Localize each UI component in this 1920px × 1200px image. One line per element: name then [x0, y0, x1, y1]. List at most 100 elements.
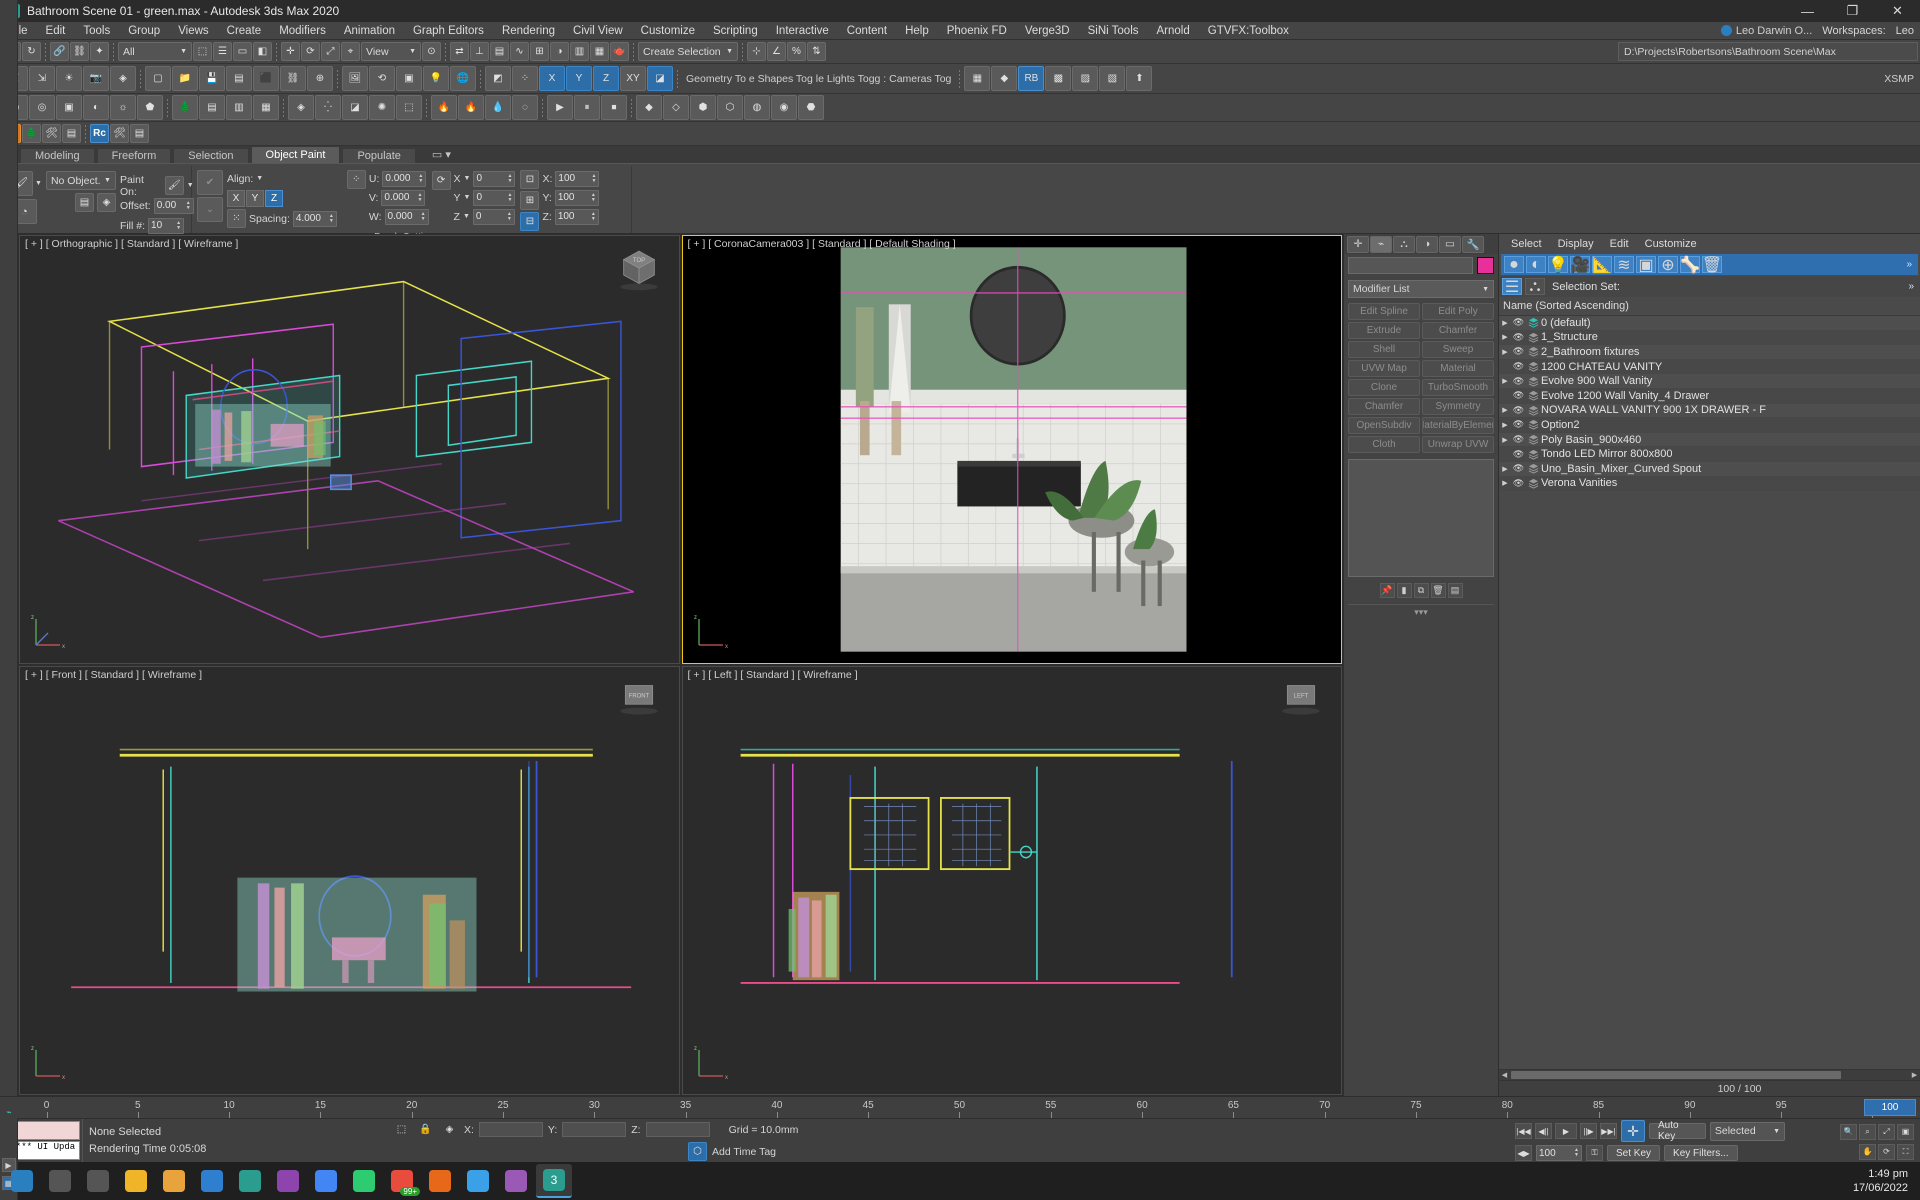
taskbar-folder-app[interactable] — [156, 1164, 192, 1198]
hierarchy-mode-icon[interactable]: ⛬ — [1525, 278, 1545, 295]
spinner-arrows-icon[interactable]: ▲▼ — [418, 174, 423, 184]
visibility-eye-icon[interactable]: 👁 — [1511, 361, 1526, 372]
archive-icon[interactable]: ⬛ — [253, 66, 279, 91]
xrefs-filter-icon[interactable]: ⊕ — [1658, 256, 1678, 273]
axis-xy-button[interactable]: XY — [620, 66, 646, 91]
phoenix-fire-icon[interactable]: 🔥 — [458, 95, 484, 120]
play-animation-icon[interactable]: ▶ — [547, 95, 573, 120]
scale-lock-z-icon[interactable]: ⊟ — [520, 212, 539, 231]
spinner-arrows-icon[interactable]: ▲▼ — [507, 212, 512, 222]
viewport-left-viewcube[interactable]: LEFT — [1275, 677, 1327, 723]
axis-y-button[interactable]: Y — [566, 66, 592, 91]
visibility-eye-icon[interactable]: 👁 — [1511, 434, 1526, 445]
axis-x-button[interactable]: X — [539, 66, 565, 91]
scroll-left-icon[interactable]: ◀ — [1499, 1071, 1510, 1079]
window-crossing-icon[interactable]: ◧ — [253, 42, 272, 61]
modifier-button-turbosmooth[interactable]: TurboSmooth — [1422, 379, 1494, 396]
go-to-end-icon[interactable]: ▶▶| — [1600, 1123, 1617, 1139]
scatter-icon[interactable]: ⁘ — [512, 66, 538, 91]
sini-forensic-icon[interactable]: ◈ — [288, 95, 314, 120]
y-input[interactable] — [562, 1122, 626, 1137]
taskbar-mail-app[interactable] — [194, 1164, 230, 1198]
select-and-move-icon[interactable]: ✛ — [281, 42, 300, 61]
batch-render-icon[interactable]: ▧ — [1099, 66, 1125, 91]
expand-arrow-icon[interactable]: ▶ — [1499, 436, 1511, 444]
phoenix-sim-icon[interactable]: 🔥 — [431, 95, 457, 120]
ribbon-tab-selection[interactable]: Selection — [173, 148, 248, 163]
absolute-relative-icon[interactable]: ◈ — [440, 1120, 459, 1139]
paint-on-surface-icon[interactable]: 🖌 — [165, 176, 184, 195]
taskbar-file-explorer[interactable] — [118, 1164, 154, 1198]
render-setup-icon[interactable]: ▥ — [570, 42, 589, 61]
expand-arrow-icon[interactable]: ▶ — [1499, 319, 1511, 327]
maximize-button[interactable]: ❐ — [1830, 0, 1875, 22]
object-name-input[interactable] — [1348, 257, 1473, 274]
scrollbar-thumb[interactable] — [1511, 1071, 1841, 1079]
ribbon-tab-modeling[interactable]: Modeling — [20, 148, 95, 163]
taskbar-store-app[interactable] — [232, 1164, 268, 1198]
scene-explorer-row[interactable]: ▶👁Verona Vanities — [1499, 477, 1920, 492]
key-mode-combo[interactable]: Selected ▼ — [1710, 1122, 1785, 1141]
modifier-button-symmetry[interactable]: Symmetry — [1422, 398, 1494, 415]
u-spinner[interactable]: 0.000 ▲▼ — [382, 171, 426, 187]
display-tab-icon[interactable]: ▭ — [1439, 236, 1461, 253]
menu-item-civil-view[interactable]: Civil View — [564, 22, 632, 40]
rectangular-select-region-icon[interactable]: ▭ — [233, 42, 252, 61]
edit-mesh-icon[interactable]: ▦ — [964, 66, 990, 91]
spacing-icon[interactable]: ⁙ — [227, 209, 246, 228]
utilities-tab-icon[interactable]: 🔧 — [1462, 236, 1484, 253]
key-filters-toggle-icon[interactable]: ⚿ — [1586, 1145, 1603, 1161]
taskbar-start-button[interactable] — [4, 1164, 40, 1198]
scale-lock-x-icon[interactable]: ⊡ — [520, 170, 539, 189]
gtvfx-g-icon[interactable]: ⬣ — [798, 95, 824, 120]
next-frame-icon[interactable]: ||▶ — [1580, 1123, 1597, 1139]
rotate-x-spinner[interactable]: 0 ▲▼ — [473, 171, 515, 187]
select-and-scale-icon[interactable]: ⤢ — [321, 42, 340, 61]
selection-lock-region-icon[interactable]: ⬚ — [392, 1120, 411, 1139]
edit-object-list-icon[interactable]: ▤ — [75, 193, 94, 212]
spacing-spinner[interactable]: 4.000 ▲▼ — [293, 211, 337, 227]
modifier-button-chamfer[interactable]: Chamfer — [1348, 398, 1420, 415]
scene-explorer-row[interactable]: ▶👁Option2 — [1499, 418, 1920, 433]
menu-item-interactive[interactable]: Interactive — [767, 22, 838, 40]
brush-arrow-icon[interactable]: ⌄ — [197, 197, 223, 222]
menu-item-phoenix-fd[interactable]: Phoenix FD — [938, 22, 1016, 40]
expand-arrow-icon[interactable]: ▶ — [1499, 465, 1511, 473]
material-editor-icon[interactable]: ◑ — [550, 42, 569, 61]
align-camera-icon[interactable]: 📷 — [83, 66, 109, 91]
go-to-start-icon[interactable]: |◀◀ — [1515, 1123, 1532, 1139]
scene-explorer-list[interactable]: ▶👁0 (default)▶👁1_Structure▶👁2_Bathroom f… — [1499, 316, 1920, 1069]
scale-z-spinner[interactable]: 100 ▲▼ — [555, 209, 599, 225]
close-button[interactable]: ✕ — [1875, 0, 1920, 22]
unlink-icon[interactable]: ⛓ — [70, 42, 89, 61]
environment-icon[interactable]: 🌐 — [450, 66, 476, 91]
x-input[interactable] — [479, 1122, 543, 1137]
workspaces-value[interactable]: Leo — [1896, 25, 1914, 37]
viewport-orthographic-viewcube[interactable]: TOP — [613, 246, 665, 292]
menu-item-help[interactable]: Help — [896, 22, 938, 40]
z-input[interactable] — [646, 1122, 710, 1137]
visibility-eye-icon[interactable]: 👁 — [1511, 463, 1526, 474]
menu-item-group[interactable]: Group — [119, 22, 169, 40]
minimize-button[interactable]: — — [1785, 0, 1830, 22]
taskbar-edge-app[interactable] — [460, 1164, 496, 1198]
select-by-name-icon[interactable]: ☰ — [213, 42, 232, 61]
pause-animation-icon[interactable]: ⏸ — [574, 95, 600, 120]
modifier-button-sweep[interactable]: Sweep — [1422, 341, 1494, 358]
rendered-frame-icon[interactable]: ▦ — [590, 42, 609, 61]
spinner-arrows-icon[interactable]: ▲▼ — [186, 201, 191, 211]
visibility-eye-icon[interactable]: 👁 — [1511, 478, 1526, 489]
spinner-arrows-icon[interactable]: ▲▼ — [1574, 1148, 1579, 1158]
scene-explorer-row[interactable]: ▶👁0 (default) — [1499, 316, 1920, 331]
gtvfx-c-icon[interactable]: ⬢ — [690, 95, 716, 120]
spinner-arrows-icon[interactable]: ▲▼ — [508, 193, 513, 203]
mirror-icon[interactable]: ⇄ — [450, 42, 469, 61]
menu-item-tools[interactable]: Tools — [74, 22, 119, 40]
sini-scatter-icon[interactable]: ⁛ — [315, 95, 341, 120]
viewport-left[interactable]: [ + ] [ Left ] [ Standard ] [ Wireframe … — [682, 666, 1343, 1095]
railclone-tools-icon[interactable]: 🛠 — [110, 124, 129, 143]
visibility-eye-icon[interactable]: 👁 — [1511, 346, 1526, 357]
paint-object-select-combo[interactable]: No Object... ▼ — [46, 171, 116, 190]
taskbar-notes-app[interactable] — [346, 1164, 382, 1198]
corona-proxy-icon[interactable]: ⬟ — [137, 95, 163, 120]
